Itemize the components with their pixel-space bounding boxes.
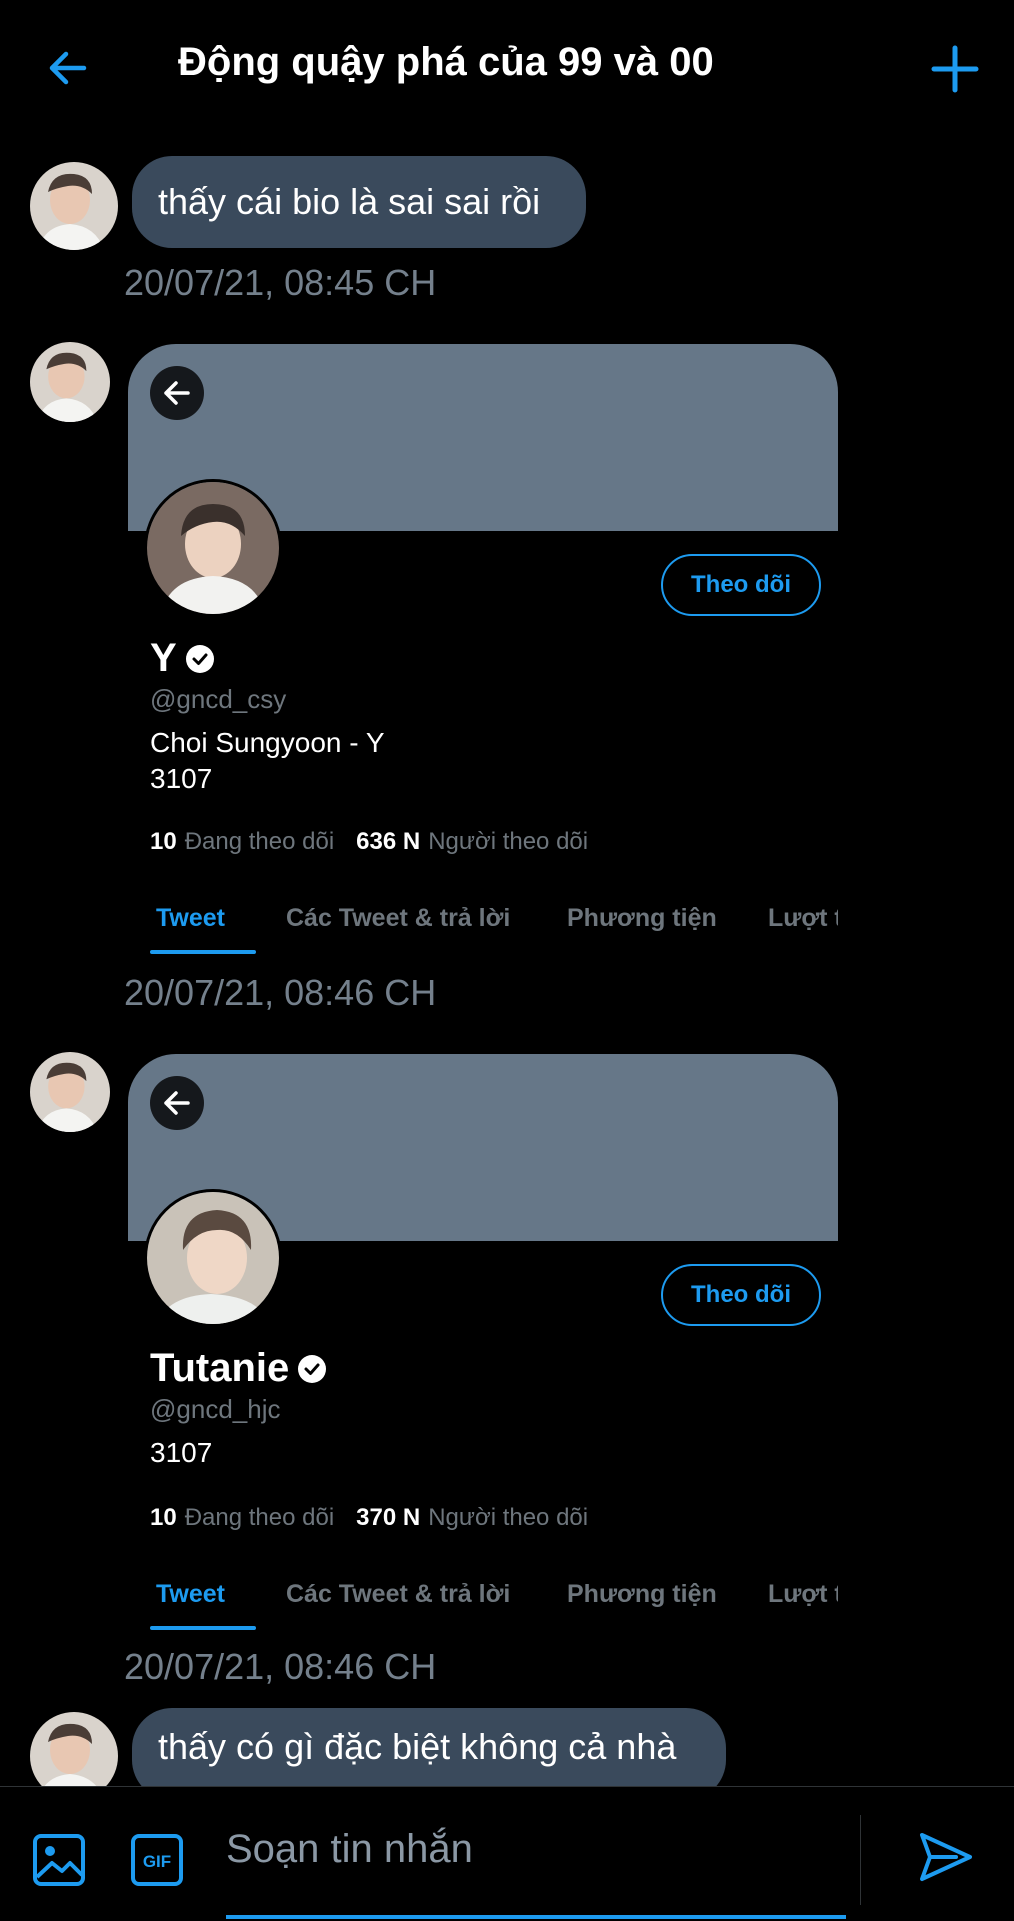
arrow-left-icon[interactable]: [44, 44, 92, 92]
following-count: 10: [150, 1504, 177, 1531]
message-timestamp: 20/07/21, 08:45 CH: [124, 262, 437, 303]
profile-tabs: Tweet Các Tweet & trả lời Phương tiện Lư…: [128, 904, 838, 956]
following-label: Đang theo dõi: [184, 1504, 335, 1531]
following-count: 10: [150, 828, 177, 855]
card-back-button[interactable]: [150, 366, 204, 420]
image-icon[interactable]: [32, 1833, 86, 1887]
following-label: Đang theo dõi: [184, 828, 335, 855]
arrow-left-icon: [164, 381, 190, 405]
tab-tweets-replies[interactable]: Các Tweet & trả lời: [286, 1580, 510, 1609]
verified-badge-icon: [185, 644, 214, 673]
input-focus-underline: [226, 1915, 846, 1919]
profile-card[interactable]: Theo dõi Y @gncd_csy Choi Sungyoon - Y 3…: [128, 344, 838, 994]
profile-bio-line: 3107: [150, 763, 213, 794]
gif-label: GIF: [143, 1852, 171, 1871]
follow-button[interactable]: Theo dõi: [661, 554, 821, 616]
followers-label: Người theo dõi: [428, 828, 589, 855]
profile-stats: 10 Đang theo dõi 370 N Người theo dõi: [150, 1504, 588, 1532]
message-input[interactable]: Soạn tin nhắn: [226, 1827, 846, 1877]
profile-handle: @gncd_hjc: [150, 1394, 281, 1424]
profile-avatar[interactable]: [144, 1189, 282, 1327]
tab-likes[interactable]: Lượt t: [768, 1580, 838, 1609]
tab-tweets-replies[interactable]: Các Tweet & trả lời: [286, 904, 510, 933]
tab-tweets[interactable]: Tweet: [156, 904, 225, 933]
followers-count: 636 N: [356, 828, 421, 855]
profile-tabs: Tweet Các Tweet & trả lời Phương tiện Lư…: [128, 1580, 838, 1632]
card-back-button[interactable]: [150, 1076, 204, 1130]
plus-icon[interactable]: [930, 44, 980, 94]
message-timestamp: 20/07/21, 08:46 CH: [124, 1646, 437, 1687]
verified-badge-icon: [298, 1354, 327, 1383]
tab-media[interactable]: Phương tiện: [567, 904, 717, 933]
profile-bio-line: Choi Sungyoon - Y: [150, 727, 385, 758]
followers-stat[interactable]: 636 N Người theo dõi: [356, 828, 588, 856]
sender-avatar[interactable]: [30, 162, 118, 250]
active-tab-indicator: [150, 950, 256, 954]
sender-avatar[interactable]: [30, 1052, 110, 1132]
followers-count: 370 N: [356, 1504, 421, 1531]
tab-media[interactable]: Phương tiện: [567, 1580, 717, 1609]
following-stat[interactable]: 10 Đang theo dõi: [150, 1504, 334, 1532]
tab-tweets[interactable]: Tweet: [156, 1580, 225, 1609]
conversation-header: Động quậy phá của 99 và 00: [0, 0, 1014, 135]
active-tab-indicator: [150, 1626, 256, 1630]
profile-name-text: Y: [150, 636, 177, 680]
profile-bio-line: 3107: [150, 1437, 213, 1468]
followers-label: Người theo dõi: [428, 1504, 589, 1531]
message-text: thấy cái bio là sai sai rồi: [158, 181, 541, 222]
arrow-left-icon: [164, 1091, 190, 1115]
profile-stats: 10 Đang theo dõi 636 N Người theo dõi: [150, 828, 588, 856]
following-stat[interactable]: 10 Đang theo dõi: [150, 828, 334, 856]
message-timestamp: 20/07/21, 08:46 CH: [124, 972, 437, 1013]
followers-stat[interactable]: 370 N Người theo dõi: [356, 1504, 588, 1532]
tab-likes[interactable]: Lượt t: [768, 904, 838, 933]
conversation-title: Động quậy phá của 99 và 00: [178, 40, 714, 84]
profile-name: Tutanie: [150, 1346, 327, 1391]
profile-card[interactable]: Theo dõi Tutanie @gncd_hjc 3107 10 Đang t…: [128, 1054, 838, 1654]
gif-icon[interactable]: GIF: [130, 1833, 184, 1887]
send-icon[interactable]: [916, 1827, 976, 1887]
sender-avatar[interactable]: [30, 342, 110, 422]
message-text: thấy có gì đặc biệt không cả nhà: [158, 1726, 677, 1767]
profile-avatar[interactable]: [144, 479, 282, 617]
message-composer: GIF Soạn tin nhắn: [0, 1786, 1014, 1921]
composer-divider: [860, 1815, 861, 1905]
profile-name-text: Tutanie: [150, 1346, 290, 1390]
profile-handle: @gncd_csy: [150, 684, 287, 714]
follow-button[interactable]: Theo dõi: [661, 1264, 821, 1326]
message-bubble[interactable]: thấy cái bio là sai sai rồi: [132, 156, 586, 248]
profile-name: Y: [150, 636, 215, 681]
